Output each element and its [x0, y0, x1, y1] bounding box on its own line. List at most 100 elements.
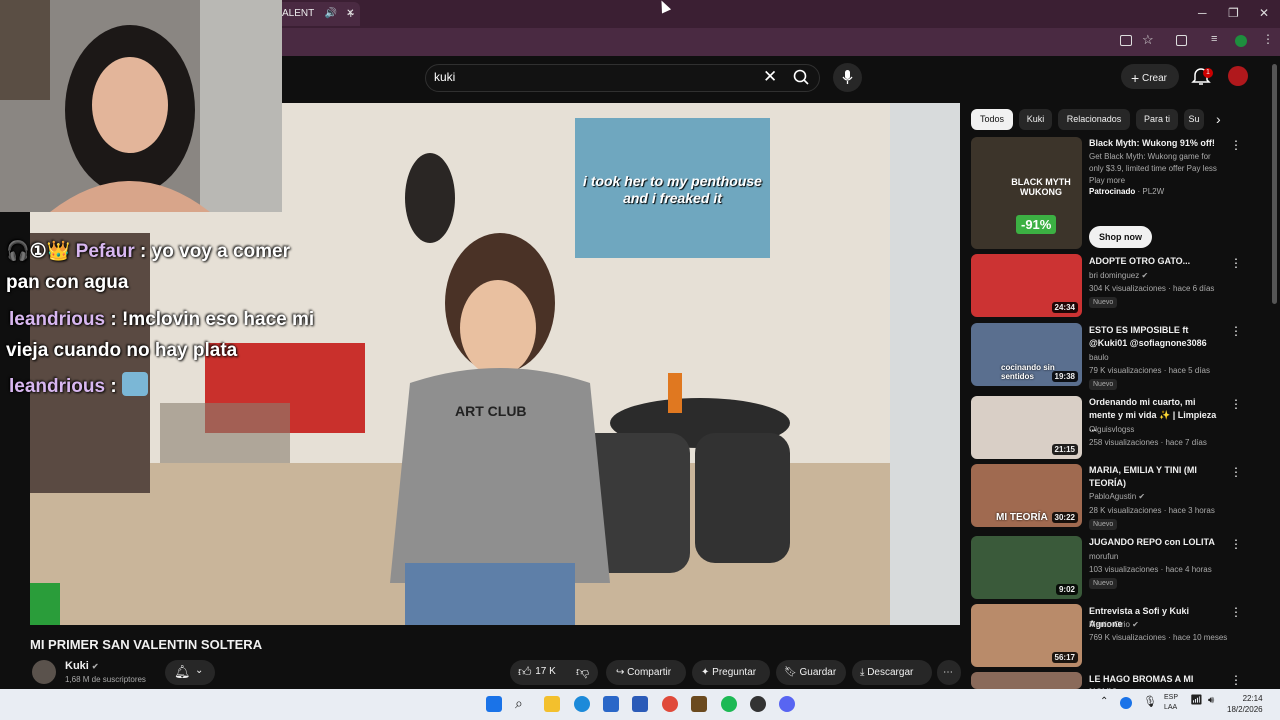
video-item-meta: 258 visualizaciones · hace 7 días — [1089, 438, 1207, 447]
ad-menu-icon[interactable]: ⋮ — [1230, 138, 1242, 152]
video-item-meta: 769 K visualizaciones · hace 10 meses — [1089, 633, 1228, 642]
bell-icon: 🔔︎ — [174, 664, 191, 679]
shirt-text: ART CLUB — [455, 403, 527, 419]
volume-icon[interactable]: 🔊︎ — [1208, 695, 1214, 706]
video-thumbnail[interactable]: 9:02 — [971, 536, 1082, 599]
video-item-title[interactable]: ADOPTE OTRO GATO... — [1089, 255, 1224, 268]
chip-todos[interactable]: Todos — [971, 109, 1013, 130]
share-button[interactable]: ↪ Compartir — [606, 660, 686, 685]
video-menu-icon[interactable]: ⋮ — [1230, 465, 1242, 479]
verified-icon: ✔ — [1141, 271, 1149, 280]
video-item-channel: bri dominguez ✔ — [1089, 271, 1148, 280]
shop-now-button[interactable]: Shop now — [1089, 226, 1152, 248]
like-button[interactable]: 👍︎ 17 K — [518, 664, 556, 680]
chat-username: leandrious — [9, 376, 106, 397]
chip-kuki[interactable]: Kuki — [1019, 109, 1052, 130]
search-box[interactable] — [425, 64, 820, 92]
channel-name[interactable]: Kuki ✔ — [65, 660, 99, 672]
chrome-icon[interactable] — [662, 696, 678, 712]
voice-search-button[interactable] — [833, 63, 862, 92]
chat-message: leandrious : !mclovin eso hace mi — [9, 304, 314, 335]
account-avatar[interactable] — [1228, 66, 1248, 86]
new-badge: Nuevo — [1089, 297, 1118, 308]
more-icon: ⋯ — [943, 667, 953, 678]
chip-para-ti[interactable]: Para ti — [1136, 109, 1178, 130]
microphone-icon[interactable]: 🎙︎ — [1143, 695, 1157, 708]
system-clock[interactable]: 22:14 18/2/2026 — [1227, 693, 1263, 715]
video-thumbnail[interactable]: 21:15 — [971, 396, 1082, 459]
plus-icon: + — [1131, 70, 1140, 86]
media-control-icon[interactable]: ≡ — [1211, 33, 1217, 45]
video-item-title[interactable]: JUGANDO REPO con LOLITA — [1089, 536, 1224, 549]
thumb-text: MI TEORÍA — [996, 512, 1048, 523]
channel-avatar[interactable] — [32, 660, 56, 684]
create-button[interactable]: + Crear — [1121, 64, 1179, 89]
clear-search-icon[interactable]: ✕ — [763, 67, 777, 87]
ad-sponsor: Patrocinado · PL2W — [1089, 187, 1164, 196]
bookmark-star-icon[interactable]: ☆ — [1142, 32, 1154, 48]
app-icon[interactable] — [691, 696, 707, 712]
video-thumbnail[interactable]: MI TEORÍA 30:22 — [971, 464, 1082, 527]
webcam-overlay — [0, 0, 282, 212]
video-item-channel: morufun — [1089, 552, 1119, 561]
new-badge: Nuevo — [1089, 578, 1118, 589]
ad-title[interactable]: Black Myth: Wukong 91% off! — [1089, 137, 1224, 150]
close-window-button[interactable]: ✕ — [1259, 6, 1269, 20]
video-menu-icon[interactable]: ⋮ — [1230, 537, 1242, 551]
ask-button[interactable]: ✦ Preguntar — [692, 660, 770, 685]
minimize-button[interactable]: ─ — [1198, 6, 1207, 20]
file-explorer-icon[interactable] — [544, 696, 560, 712]
spotify-icon[interactable] — [721, 696, 737, 712]
search-button[interactable] — [783, 64, 820, 92]
video-menu-icon[interactable]: ⋮ — [1230, 324, 1242, 338]
chevron-right-icon[interactable]: › — [1216, 111, 1221, 127]
video-item-title[interactable]: MARIA, EMILIA Y TINI (MI TEORÍA) — [1089, 464, 1224, 490]
extensions-icon[interactable] — [1176, 35, 1187, 46]
video-item-title[interactable]: ESTO ES IMPOSIBLE ft @Kuki01 @sofiagnone… — [1089, 324, 1224, 350]
video-thumbnail[interactable] — [971, 672, 1082, 689]
search-input[interactable]: kuki — [434, 70, 455, 84]
cloud-icon[interactable] — [1120, 697, 1132, 709]
chip-su[interactable]: Su — [1184, 109, 1204, 130]
install-icon[interactable] — [1120, 35, 1132, 46]
save-label: Guardar — [799, 667, 837, 678]
dislike-button[interactable]: 👎︎ — [576, 664, 589, 680]
video-menu-icon[interactable]: ⋮ — [1230, 673, 1242, 687]
video-thumbnail[interactable]: 56:17 — [971, 604, 1082, 667]
sidebar-scrollbar[interactable] — [1272, 64, 1277, 304]
chip-relacionados[interactable]: Relacionados — [1058, 109, 1130, 130]
browser-menu-icon[interactable]: ⋮ — [1262, 32, 1274, 46]
video-thumbnail[interactable]: 24:34 — [971, 254, 1082, 317]
outlook-icon[interactable] — [632, 696, 648, 712]
video-item-channel: Martin Cirio ✔ — [1089, 620, 1139, 629]
chat-message: leandrious : — [9, 371, 148, 402]
chevron-up-icon[interactable]: ⌃ — [1100, 696, 1108, 707]
video-thumbnail[interactable]: cocinando sin sentidos 19:38 — [971, 323, 1082, 386]
discord-icon[interactable] — [779, 696, 795, 712]
thumbs-up-icon: 👍︎ — [518, 664, 532, 679]
verified-icon: ✔ — [1138, 492, 1146, 501]
chat-text: !mclovin eso hace mi — [121, 309, 315, 330]
edge-icon[interactable] — [574, 696, 590, 712]
search-icon[interactable]: ⌕ — [515, 695, 523, 712]
save-button[interactable]: 🔖︎ Guardar — [776, 660, 846, 685]
ad-description: Get Black Myth: Wukong game for only $3.… — [1089, 152, 1217, 185]
ad-thumbnail[interactable]: BLACK MYTH WUKONG -91% — [971, 137, 1082, 249]
tab-title: ALENT — [282, 8, 315, 19]
video-menu-icon[interactable]: ⋮ — [1230, 605, 1242, 619]
video-menu-icon[interactable]: ⋮ — [1230, 256, 1242, 270]
language-indicator[interactable]: ESP LAA — [1164, 693, 1178, 713]
wifi-icon[interactable]: 📶︎ — [1190, 695, 1203, 706]
subscription-bell-button[interactable]: 🔔︎ ⌄ — [165, 660, 215, 685]
store-icon[interactable] — [603, 696, 619, 712]
new-tab-button[interactable]: + — [347, 6, 355, 21]
video-title: MI PRIMER SAN VALENTIN SOLTERA — [30, 637, 263, 652]
download-button[interactable]: ⤓ Descargar — [852, 660, 932, 685]
more-actions-button[interactable]: ⋯ — [937, 660, 961, 685]
tab-audio-icon[interactable]: 🔊 — [325, 8, 337, 19]
profile-avatar[interactable] — [1235, 35, 1247, 47]
start-icon[interactable] — [486, 696, 502, 712]
obs-icon[interactable] — [750, 696, 766, 712]
video-menu-icon[interactable]: ⋮ — [1230, 397, 1242, 411]
maximize-button[interactable]: ❐ — [1228, 6, 1239, 20]
